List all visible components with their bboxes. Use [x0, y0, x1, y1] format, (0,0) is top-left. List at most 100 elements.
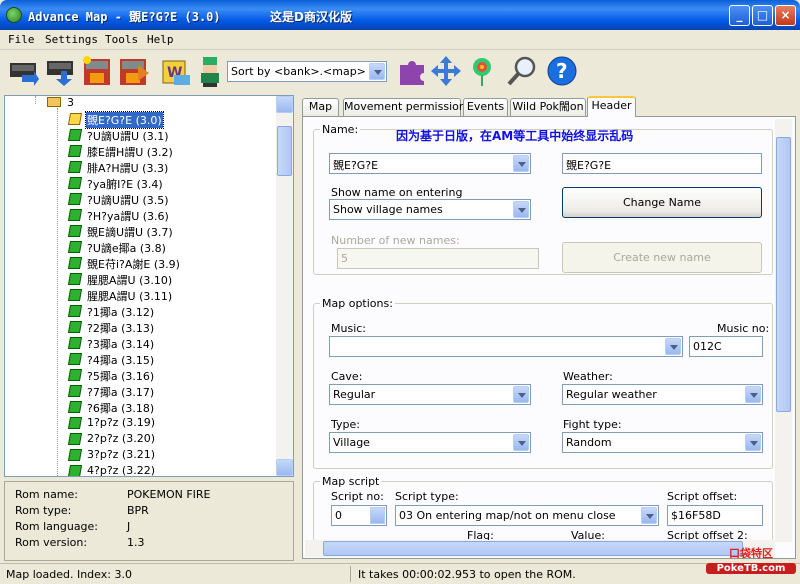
map-icon: [67, 417, 83, 429]
script-no-stepper[interactable]: 0: [331, 505, 387, 526]
folder-icon: [47, 97, 61, 107]
panel-hscroll-thumb[interactable]: [323, 541, 743, 556]
minimize-button[interactable]: _: [729, 5, 750, 26]
map-icon: [67, 209, 83, 221]
music-label: Music:: [331, 322, 367, 335]
rom-info-key: Rom name:: [15, 488, 78, 501]
wild-pokemon-icon[interactable]: W: [160, 55, 192, 87]
rom-info-key: Rom version:: [15, 536, 88, 549]
change-name-button[interactable]: Change Name: [562, 187, 762, 218]
map-icon: [67, 241, 83, 253]
map-icon: [67, 465, 83, 476]
map-tree[interactable]: 3 覴E?G?E (3.0) ?U謫U謂U (3.1) 膝E謂H謂U (3.2) 腓A…: [4, 95, 294, 477]
name-note: 因为基于日版，在AM等工具中始终显示乱码: [396, 129, 634, 143]
tree-map-label: ?U謫U謂U (3.1): [87, 130, 169, 143]
music-select[interactable]: [329, 336, 683, 357]
create-new-name-button[interactable]: Create new name: [562, 242, 762, 273]
menu-settings[interactable]: Settings: [45, 33, 98, 46]
app-globe-icon: [6, 7, 22, 23]
chevron-down-icon[interactable]: [745, 386, 761, 403]
flower-icon[interactable]: [466, 55, 498, 87]
tree-map-label: ?U謫U謂U (3.5): [87, 194, 169, 207]
menu-file[interactable]: File: [8, 33, 35, 46]
trainer-icon[interactable]: [194, 55, 226, 87]
status-right: It takes 00:00:02.953 to open the ROM.: [358, 568, 576, 581]
panel-vertical-scrollbar[interactable]: [775, 119, 792, 542]
save-rom-icon[interactable]: [45, 55, 77, 87]
rom-info-key: Rom language:: [15, 520, 99, 533]
name-text-input[interactable]: 覴E?G?E: [562, 153, 762, 174]
map-icon: [67, 449, 83, 461]
rom-info-panel: Rom name: POKEMON FIRE Rom type: BPR Rom lan…: [4, 481, 294, 561]
export-map-icon[interactable]: [118, 55, 150, 87]
tree-map-label: 腥腮A謂U (3.10): [87, 274, 173, 287]
tree-map-label: ?2揶a (3.13): [87, 322, 155, 335]
tree-map-label: ?6揶a (3.18): [87, 402, 155, 415]
help-icon[interactable]: ?: [546, 55, 578, 87]
maximize-button[interactable]: □: [752, 5, 773, 26]
tab-movement-permissions[interactable]: Movement permissions: [343, 98, 472, 116]
script-offset-input[interactable]: $16F58D: [667, 505, 763, 526]
chevron-down-icon[interactable]: [513, 155, 529, 172]
tab-events[interactable]: Events: [463, 98, 508, 116]
rom-info-value: POKEMON FIRE: [127, 488, 211, 501]
cave-select[interactable]: Regular: [329, 384, 531, 405]
tree-scrollbar[interactable]: [276, 96, 293, 476]
tab-wild-pokemon[interactable]: Wild Pok閙on: [510, 98, 586, 116]
chevron-down-icon[interactable]: [745, 434, 761, 451]
map-icon: [67, 433, 83, 445]
chevron-down-icon[interactable]: [513, 201, 529, 218]
chevron-down-icon[interactable]: [369, 63, 385, 80]
tab-header[interactable]: Header: [587, 96, 636, 117]
sort-select[interactable]: Sort by <bank>.<map>: [227, 61, 387, 82]
rom-info-value: J: [127, 520, 131, 533]
tab-map[interactable]: Map: [302, 98, 339, 116]
scroll-up-icon[interactable]: [276, 96, 293, 113]
scroll-down-icon[interactable]: [276, 459, 293, 476]
music-no-label: Music no:: [717, 322, 770, 335]
name-select[interactable]: 覴E?G?E: [329, 153, 531, 174]
map-icon: [67, 385, 83, 397]
map-icon: [67, 161, 83, 173]
chevron-down-icon[interactable]: [641, 507, 657, 524]
rom-info-value: BPR: [127, 504, 149, 517]
open-rom-icon[interactable]: [8, 55, 40, 87]
tree-map-label: 4?p?z (3.22): [87, 464, 156, 477]
script-type-select[interactable]: 03 On entering map/not on menu close: [395, 505, 659, 526]
tree-map-label: ?7揶a (3.17): [87, 386, 155, 399]
move-arrows-icon[interactable]: [430, 55, 462, 87]
search-icon[interactable]: [506, 55, 538, 87]
title-bar[interactable]: Advance Map - 覴E?G?E (3.0) 这是D商汉化版 _ □ ×: [0, 0, 800, 30]
cave-label: Cave:: [331, 370, 363, 383]
panel-horizontal-scrollbar[interactable]: [305, 540, 775, 557]
chevron-down-icon[interactable]: [513, 434, 529, 451]
stepper-arrows-icon[interactable]: [370, 507, 385, 524]
menu-tools[interactable]: Tools: [105, 33, 138, 46]
puzzle-icon[interactable]: [396, 55, 428, 87]
tree-map-label: ?ya腑I?E (3.4): [87, 178, 163, 191]
chevron-down-icon[interactable]: [513, 386, 529, 403]
tree-map-label: 2?p?z (3.20): [87, 432, 156, 445]
map-icon: [67, 113, 83, 125]
map-icon: [67, 289, 83, 301]
tree-folder-label[interactable]: 3: [67, 96, 74, 109]
music-no-input[interactable]: 012C: [689, 336, 763, 357]
map-icon: [67, 305, 83, 317]
new-names-input[interactable]: 5: [337, 248, 539, 269]
chevron-down-icon[interactable]: [665, 338, 681, 355]
show-name-select[interactable]: Show village names: [329, 199, 531, 220]
close-button[interactable]: ×: [775, 5, 796, 26]
weather-select[interactable]: Regular weather: [562, 384, 763, 405]
tree-map-label: 腓A?H謂U (3.3): [87, 162, 169, 175]
tree-scroll-thumb[interactable]: [277, 126, 292, 176]
panel-vscroll-thumb[interactable]: [776, 137, 791, 412]
import-map-icon[interactable]: [82, 55, 114, 87]
new-names-label: Number of new names:: [331, 234, 460, 247]
tree-map-label: ?3揶a (3.14): [87, 338, 155, 351]
fight-type-label: Fight type:: [563, 418, 622, 431]
map-icon: [67, 129, 83, 141]
map-icon: [67, 401, 83, 413]
menu-help[interactable]: Help: [147, 33, 174, 46]
type-select[interactable]: Village: [329, 432, 531, 453]
fight-type-select[interactable]: Random: [562, 432, 763, 453]
